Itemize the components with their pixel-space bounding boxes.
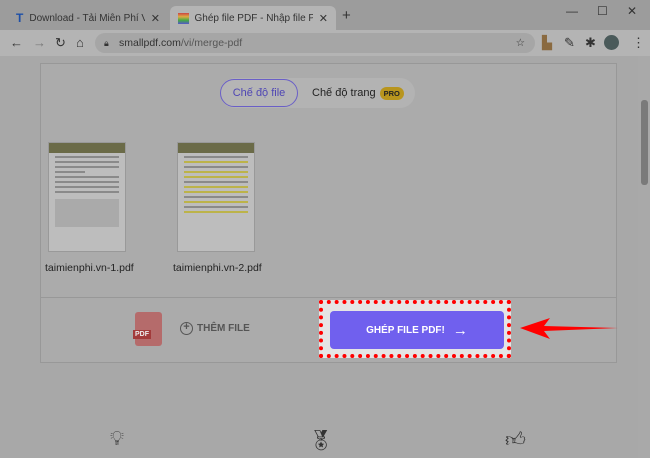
pdf-file-icon: PDF — [133, 312, 162, 346]
add-file-button[interactable]: + THÊM FILE — [180, 322, 250, 335]
maximize-icon[interactable]: ☐ — [597, 4, 608, 18]
home-icon[interactable]: ⌂ — [76, 35, 84, 50]
close-tab-icon[interactable]: ✕ — [151, 12, 160, 25]
plus-circle-icon: + — [180, 322, 193, 335]
menu-icon[interactable]: ⋮ — [632, 35, 645, 51]
smallpdf-icon — [178, 12, 189, 24]
pro-badge: PRO — [379, 86, 404, 100]
pdf-badge: PDF — [133, 330, 151, 339]
file-name: taimienphi.vn-2.pdf — [173, 262, 262, 274]
page-mode-label: Chế độ trang — [312, 87, 376, 99]
merge-pdf-button[interactable]: GHÉP FILE PDF! → — [330, 311, 504, 349]
eyedropper-icon[interactable]: ✎ — [564, 35, 575, 51]
close-tab-icon[interactable]: ✕ — [319, 12, 328, 25]
page-mode-tab[interactable]: Chế độ trang PRO — [312, 86, 404, 100]
merge-label: GHÉP FILE PDF! — [366, 324, 445, 336]
bookmark-star-icon[interactable]: ☆ — [516, 37, 525, 49]
red-arrow-annotation — [520, 318, 618, 339]
tab-bar: T Download - Tải Miễn Phí VN - Ph ✕ Ghép f… — [0, 0, 650, 30]
divider — [40, 297, 617, 298]
file-thumbnail[interactable] — [177, 142, 255, 252]
address-bar[interactable]: 🔒︎ smallpdf.com/vi/merge-pdf ☆ — [95, 33, 535, 53]
url-host: smallpdf.com — [119, 37, 181, 49]
add-file-label: THÊM FILE — [197, 323, 250, 334]
url-path: /vi/merge-pdf — [180, 37, 243, 49]
tab-label: Download - Tải Miễn Phí VN - Ph — [29, 12, 145, 24]
close-window-icon[interactable]: ✕ — [627, 4, 637, 18]
tab-download[interactable]: T Download - Tải Miễn Phí VN - Ph ✕ — [8, 6, 168, 30]
new-tab-icon[interactable]: + — [342, 7, 351, 24]
minimize-icon[interactable]: — — [566, 4, 578, 18]
award-icon: 🏅︎ — [308, 430, 334, 452]
thumbs-up-icon: 👍︎ — [505, 429, 526, 451]
lock-icon: 🔒︎ — [104, 37, 109, 48]
lightbulb-icon: 💡︎ — [110, 428, 124, 450]
tab-merge-pdf[interactable]: Ghép file PDF - Nhập file PDF trự ✕ — [170, 6, 336, 30]
file-mode-tab[interactable]: Chế độ file — [220, 79, 298, 107]
reload-icon[interactable]: ↻ — [55, 35, 66, 51]
tab-label: Ghép file PDF - Nhập file PDF trự — [194, 12, 313, 24]
forward-icon[interactable]: → — [33, 35, 46, 50]
arrow-right-icon: → — [452, 321, 468, 339]
extension-icon[interactable]: ▙ — [542, 35, 552, 51]
browser-toolbar: ← → ↻ ⌂ 🔒︎ smallpdf.com/vi/merge-pdf ☆ ▙ ✎… — [0, 30, 650, 56]
tab-favicon-icon: T — [16, 11, 24, 25]
avatar[interactable] — [604, 35, 619, 50]
mode-switch: Chế độ file Chế độ trang PRO — [220, 78, 415, 108]
puzzle-icon[interactable]: ✱ — [585, 35, 596, 51]
back-icon[interactable]: ← — [10, 35, 23, 50]
scrollbar-thumb[interactable] — [641, 100, 648, 185]
file-name: taimienphi.vn-1.pdf — [45, 262, 134, 274]
file-thumbnail[interactable] — [48, 142, 126, 252]
